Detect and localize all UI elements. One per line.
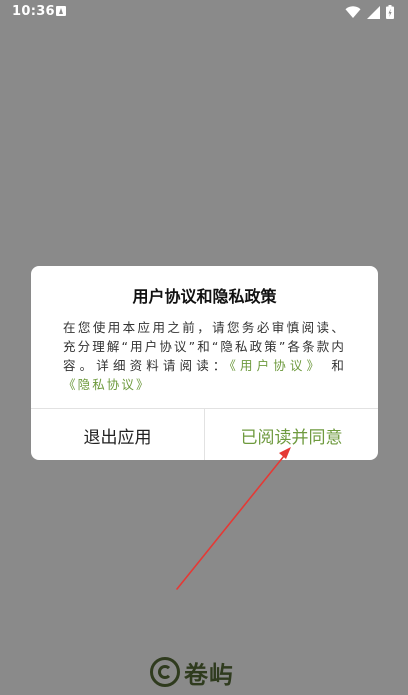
user-agreement-link[interactable]: 《用户协议》 [230, 358, 324, 373]
brand-mark-icon [150, 657, 180, 687]
privacy-dialog: 用户协议和隐私政策 在您使用本应用之前，请您务必审慎阅读、充分理解“用户协议”和… [31, 266, 378, 460]
status-bar: 10:36 [0, 0, 408, 24]
battery-icon [386, 5, 394, 19]
status-time: 10:36 [12, 4, 55, 19]
brand-logo: 卷屿 [150, 654, 234, 690]
exit-app-button[interactable]: 退出应用 [31, 409, 205, 460]
dialog-body: 在您使用本应用之前，请您务必审慎阅读、充分理解“用户协议”和“隐私政策”各条款内… [63, 318, 346, 394]
agree-button[interactable]: 已阅读并同意 [205, 409, 378, 460]
notification-a-icon [56, 6, 66, 16]
signal-icon [367, 5, 380, 19]
dialog-title: 用户协议和隐私政策 [132, 287, 277, 306]
dialog-actions: 退出应用 已阅读并同意 [31, 408, 378, 460]
brand-name: 卷屿 [184, 660, 234, 689]
dialog-and-text: 和 [323, 358, 346, 373]
privacy-policy-link[interactable]: 《隐私协议》 [63, 377, 151, 392]
wifi-icon [345, 5, 361, 18]
status-icons [345, 5, 394, 19]
